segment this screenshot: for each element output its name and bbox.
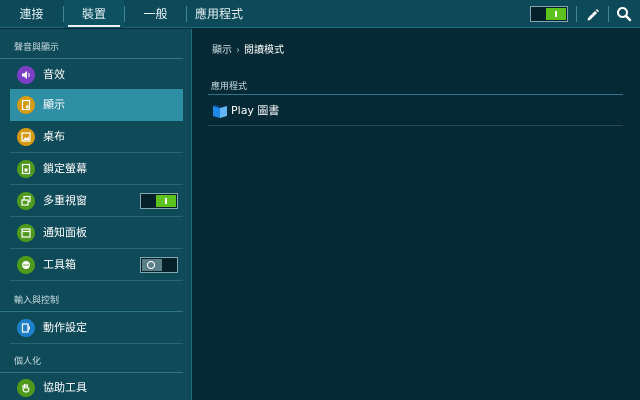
lock-screen-icon	[17, 160, 35, 178]
tab-applications[interactable]: 應用程式	[187, 0, 251, 28]
section-personalization: 個人化	[0, 351, 183, 373]
app-item-label: Play 圖書	[231, 104, 280, 117]
chevron-right-icon: ›	[236, 45, 240, 56]
section-sound-display-title: 聲音與顯示	[14, 43, 60, 53]
sidebar-item-label: 桌布	[43, 130, 65, 143]
action-divider	[608, 6, 609, 22]
settings-sidebar: 聲音與顯示 音效 顯示 桌布 鎖定螢幕 多重視窗 通知面板 工具箱 輸入與控制 …	[0, 29, 192, 400]
section-input-control-title: 輸入與控制	[14, 296, 60, 306]
section-applications-title: 應用程式	[211, 82, 248, 92]
sidebar-item-wallpaper[interactable]: 桌布	[10, 121, 183, 153]
sidebar-item-label: 多重視窗	[43, 194, 87, 207]
search-icon[interactable]	[614, 4, 634, 24]
notification-panel-icon	[17, 224, 35, 242]
sidebar-item-label: 協助工具	[43, 381, 87, 394]
section-applications: 應用程式	[208, 79, 623, 95]
accessibility-icon	[17, 379, 35, 397]
multi-window-icon	[17, 192, 35, 210]
breadcrumb-parent[interactable]: 顯示	[212, 45, 232, 56]
toolbox-icon	[17, 256, 35, 274]
sidebar-item-label: 通知面板	[43, 226, 87, 239]
tab-general[interactable]: 一般	[125, 0, 186, 28]
toggle-knob	[156, 195, 176, 207]
tab-device-label: 裝置	[81, 7, 106, 21]
active-tab-indicator	[68, 25, 120, 27]
wallpaper-icon	[17, 128, 35, 146]
action-divider	[576, 6, 577, 22]
sidebar-item-label: 音效	[43, 68, 65, 81]
tab-general-label: 一般	[143, 7, 168, 21]
sidebar-item-label: 工具箱	[43, 258, 76, 271]
play-books-icon	[212, 103, 228, 119]
section-sound-display: 聲音與顯示	[0, 37, 183, 59]
multi-window-toggle[interactable]	[140, 193, 178, 209]
edit-icon[interactable]	[582, 4, 602, 24]
tab-connections-label: 連接	[19, 7, 44, 21]
app-item-play-books[interactable]: Play 圖書	[208, 96, 623, 126]
sidebar-item-motions[interactable]: 動作設定	[10, 312, 183, 344]
master-toggle[interactable]	[530, 6, 568, 22]
sidebar-item-toolbox[interactable]: 工具箱	[10, 249, 183, 281]
sidebar-item-sound[interactable]: 音效	[10, 59, 183, 91]
breadcrumb-current: 閱讀模式	[244, 45, 284, 56]
sidebar-item-label: 顯示	[43, 98, 65, 111]
breadcrumb: 顯示 › 閱讀模式	[212, 41, 284, 56]
tab-device[interactable]: 裝置	[64, 0, 124, 28]
sidebar-item-label: 動作設定	[43, 321, 87, 334]
display-icon	[17, 96, 35, 114]
main-panel: 顯示 › 閱讀模式 應用程式 Play 圖書	[193, 29, 640, 400]
sidebar-item-label: 鎖定螢幕	[43, 162, 87, 175]
sidebar-item-lock-screen[interactable]: 鎖定螢幕	[10, 153, 183, 185]
tab-applications-label: 應用程式	[194, 7, 243, 21]
toggle-knob	[546, 8, 566, 20]
sidebar-item-accessibility[interactable]: 協助工具	[10, 372, 183, 400]
tab-connections[interactable]: 連接	[0, 0, 63, 28]
sidebar-item-multi-window[interactable]: 多重視窗	[10, 185, 183, 217]
sound-icon	[17, 66, 35, 84]
sidebar-item-display[interactable]: 顯示	[10, 89, 183, 121]
section-personalization-title: 個人化	[14, 357, 42, 367]
toolbox-toggle[interactable]	[140, 257, 178, 273]
section-input-control: 輸入與控制	[0, 290, 183, 312]
motion-icon	[17, 319, 35, 337]
top-tab-bar: 連接 裝置 一般 應用程式	[0, 0, 640, 28]
toggle-knob	[142, 259, 162, 271]
sidebar-item-notification-panel[interactable]: 通知面板	[10, 217, 183, 249]
